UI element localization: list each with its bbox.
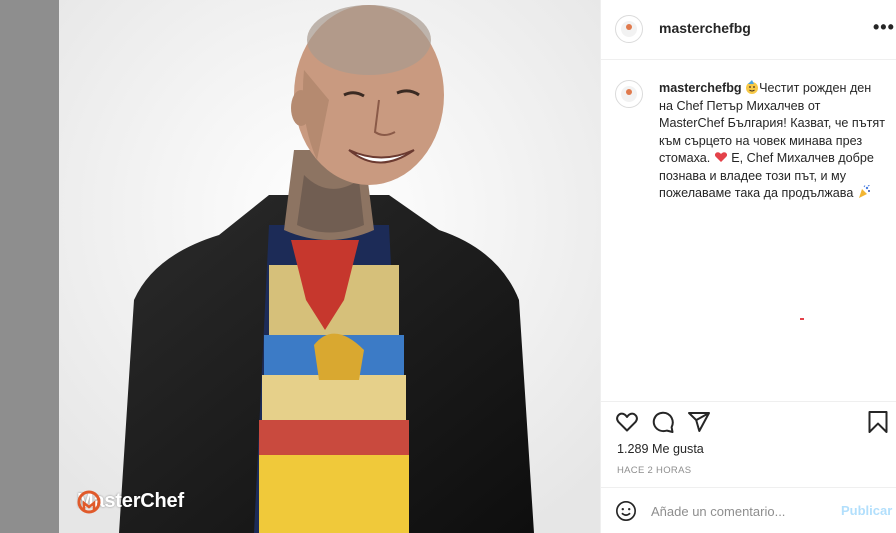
actions-divider [601, 401, 896, 402]
post-photo[interactable]: MasterChef [59, 0, 600, 533]
caption-avatar[interactable] [615, 80, 643, 108]
bookmark-icon[interactable] [867, 410, 889, 434]
party-popper-emoji-icon [858, 185, 870, 198]
post-side-panel: masterchefbg ••• masterchefbg Честит рож… [600, 0, 896, 533]
left-gray-margin [0, 0, 59, 533]
birthday-face-emoji-icon [746, 80, 759, 94]
add-comment-row: Publicar [601, 487, 896, 533]
publish-button[interactable]: Publicar [841, 503, 892, 518]
masterchef-mark-icon [77, 490, 101, 514]
share-icon[interactable] [687, 410, 711, 434]
chef-portrait-illustration [59, 0, 600, 533]
avatar-logo-icon [621, 86, 637, 102]
masterchef-logo: MasterChef [77, 490, 184, 514]
post-timestamp[interactable]: HACE 2 HORAS [617, 465, 691, 476]
red-heart-emoji-icon [714, 152, 727, 162]
likes-count[interactable]: 1.289 Me gusta [617, 442, 704, 456]
header-avatar[interactable] [615, 15, 643, 43]
avatar-logo-icon [621, 21, 637, 37]
heart-icon[interactable] [615, 410, 639, 434]
post-caption: masterchefbg Честит рожден ден на Chef П… [659, 80, 887, 203]
caption-username[interactable]: masterchefbg [659, 81, 742, 95]
comment-input[interactable] [651, 500, 831, 522]
header-username[interactable]: masterchefbg [659, 20, 751, 36]
decorative-dot [800, 318, 804, 320]
more-options-icon[interactable]: ••• [873, 18, 895, 36]
post-actions-bar [615, 410, 889, 438]
post-header: masterchefbg ••• [601, 0, 896, 60]
comment-icon[interactable] [651, 410, 675, 434]
smiley-icon[interactable] [615, 500, 637, 522]
